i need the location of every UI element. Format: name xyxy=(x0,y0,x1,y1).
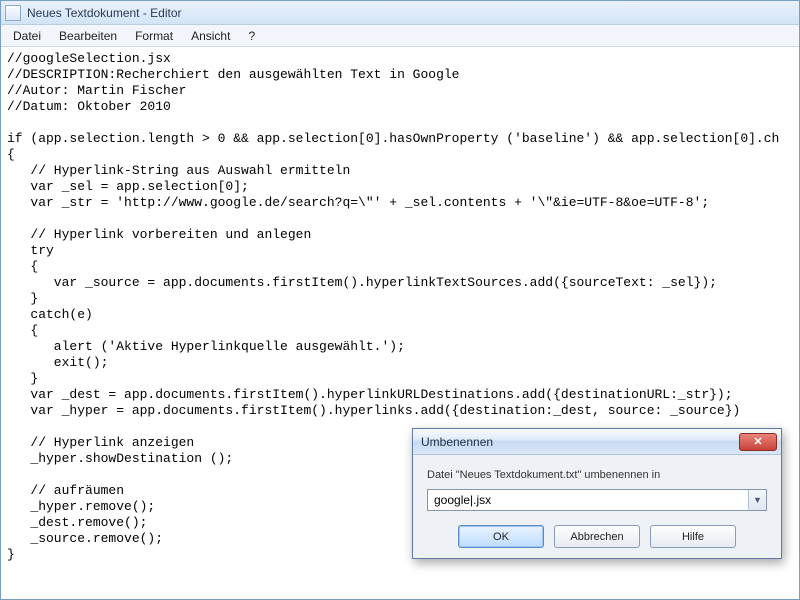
dialog-titlebar: Umbenennen ✕ xyxy=(413,429,781,455)
cancel-button[interactable]: Abbrechen xyxy=(554,525,640,548)
menubar: Datei Bearbeiten Format Ansicht ? xyxy=(1,25,799,47)
rename-dialog: Umbenennen ✕ Datei "Neues Textdokument.t… xyxy=(412,428,782,559)
help-button[interactable]: Hilfe xyxy=(650,525,736,548)
window-title: Neues Textdokument - Editor xyxy=(27,6,182,20)
app-icon xyxy=(5,5,21,21)
close-icon: ✕ xyxy=(753,435,762,448)
dialog-buttons: OK Abbrechen Hilfe xyxy=(427,525,767,548)
titlebar: Neues Textdokument - Editor xyxy=(1,1,799,25)
close-button[interactable]: ✕ xyxy=(739,433,777,451)
rename-prompt: Datei "Neues Textdokument.txt" umbenenne… xyxy=(427,469,767,481)
chevron-down-icon[interactable]: ▼ xyxy=(748,490,766,510)
filename-input[interactable] xyxy=(428,490,748,510)
menu-view[interactable]: Ansicht xyxy=(183,27,238,45)
menu-file[interactable]: Datei xyxy=(5,27,49,45)
menu-format[interactable]: Format xyxy=(127,27,181,45)
ok-button[interactable]: OK xyxy=(458,525,544,548)
dialog-body: Datei "Neues Textdokument.txt" umbenenne… xyxy=(413,455,781,558)
filename-combo[interactable]: ▼ xyxy=(427,489,767,511)
menu-help[interactable]: ? xyxy=(240,27,263,45)
menu-edit[interactable]: Bearbeiten xyxy=(51,27,125,45)
dialog-title: Umbenennen xyxy=(421,435,739,449)
